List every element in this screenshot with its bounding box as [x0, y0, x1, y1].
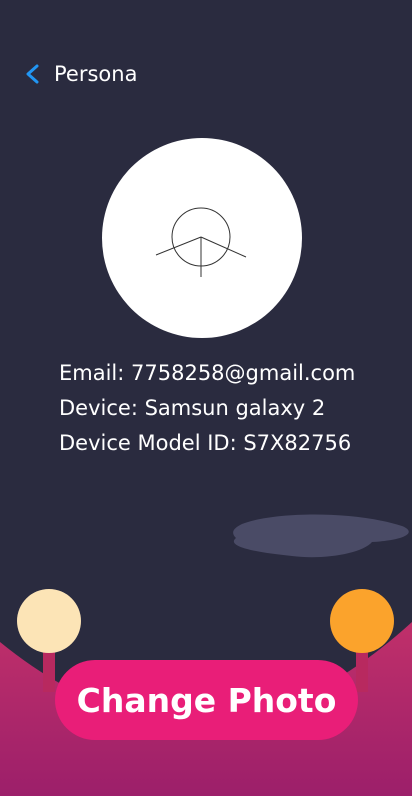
device-text: Device: Samsun galaxy 2 — [59, 396, 326, 420]
email-text: Email: 7758258@gmail.com — [59, 361, 356, 385]
lamp-post-left — [43, 652, 55, 692]
avatar[interactable] — [102, 138, 302, 338]
lamp-post-right — [356, 652, 368, 692]
back-button[interactable]: Persona — [22, 56, 137, 92]
chevron-left-icon[interactable] — [22, 63, 44, 85]
lamp-light-left — [17, 589, 81, 653]
placeholder-person-icon — [155, 207, 247, 277]
lamp-light-right — [330, 589, 394, 653]
persona-screen: Persona Email: 7758258@gmail.com Device:… — [0, 0, 412, 796]
device-model-text: Device Model ID: S7X82756 — [59, 431, 352, 455]
profile-info: Email: 7758258@gmail.com Device: Samsun … — [59, 356, 355, 461]
change-photo-button[interactable]: Change Photo — [55, 660, 358, 740]
page-title: Persona — [54, 62, 138, 86]
